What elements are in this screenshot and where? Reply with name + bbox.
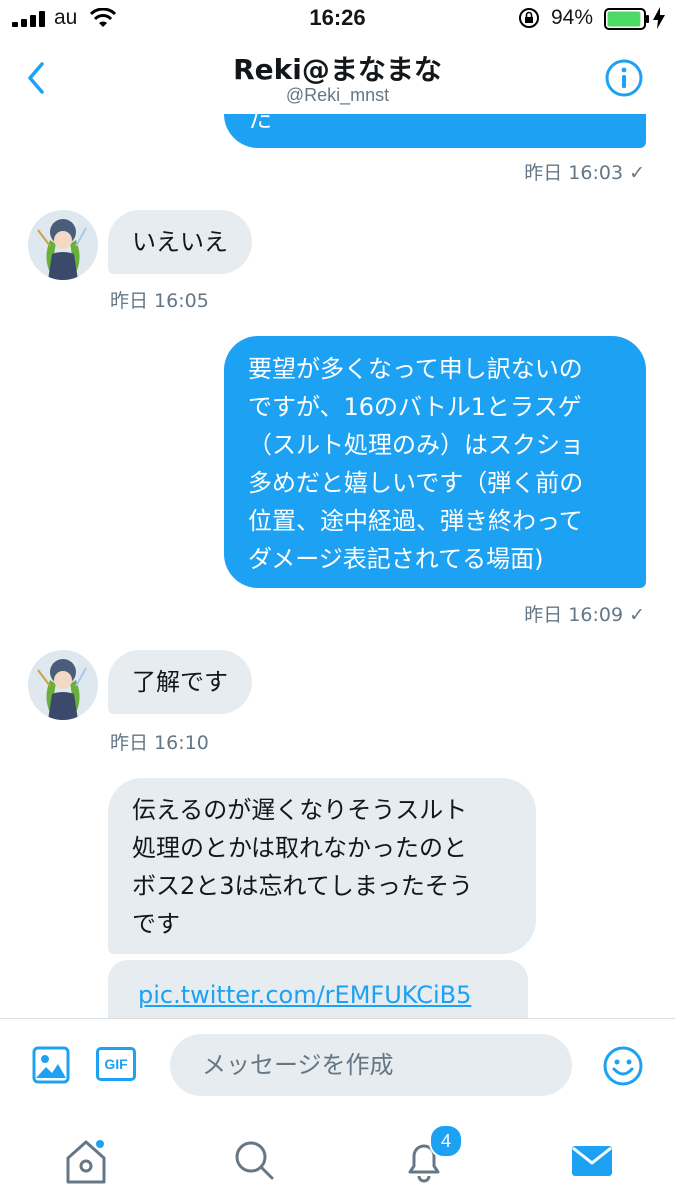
messages-icon[interactable] (562, 1130, 622, 1190)
message-line: です (132, 910, 180, 938)
message-text: いえいえ (132, 228, 228, 256)
tweet-link[interactable]: pic.twitter.com/rEMFUKCiB5 (138, 981, 471, 1009)
avatar-image (28, 210, 98, 280)
conversation-header: Reki@まなまな @Reki_mnst (0, 38, 675, 114)
conversation-title[interactable]: Reki@まなまな (0, 48, 675, 88)
message-line: 位置、途中経過、弾き終わって (248, 507, 583, 535)
message-line: 処理のとかは取れなかったのと (132, 834, 468, 862)
message-line: 要望が多くなって申し訳ないの (248, 355, 583, 383)
link-message-bubble[interactable]: pic.twitter.com/rEMFUKCiB5 (108, 960, 528, 1018)
message-timestamp: 昨日 16:09 ✓ (524, 604, 645, 626)
message-input[interactable] (170, 1034, 572, 1096)
received-message-bubble[interactable]: いえいえ (108, 210, 252, 274)
message-text: た (248, 114, 272, 133)
charging-icon (653, 7, 665, 29)
home-icon[interactable] (56, 1130, 116, 1190)
search-icon[interactable] (224, 1130, 284, 1190)
battery-percent: 94% (551, 6, 594, 29)
message-timestamp: 昨日 16:03 ✓ (524, 162, 645, 184)
message-line: ボス2と3は忘れてしまったそう (132, 872, 473, 900)
sent-message-bubble[interactable]: 要望が多くなって申し訳ないの ですが、16のバトル1とラスゲ （スルト処理のみ）… (224, 336, 646, 588)
gif-button[interactable]: GIF (96, 1047, 136, 1081)
status-bar: au 16:26 94% (0, 0, 675, 38)
conversation-handle: @Reki_mnst (285, 85, 390, 105)
rotation-lock-icon (519, 8, 539, 28)
message-timestamp: 昨日 16:10 (110, 732, 209, 754)
gif-label: GIF (104, 1056, 128, 1072)
received-message-bubble[interactable]: 了解です (108, 650, 252, 714)
battery-icon (604, 8, 649, 30)
info-icon[interactable] (604, 58, 644, 98)
avatar-image (28, 650, 98, 720)
message-line: 多めだと嬉しいです（弾く前の (248, 469, 584, 497)
message-line: ダメージ表記されてる場面) (248, 545, 544, 573)
message-text: 了解です (132, 668, 228, 696)
avatar[interactable] (28, 650, 98, 720)
message-line: 伝えるのが遅くなりそうスルト (132, 796, 468, 824)
image-icon[interactable] (32, 1046, 70, 1084)
tab-bar (0, 1110, 675, 1200)
notifications-badge: 4 (429, 1124, 463, 1158)
emoji-icon[interactable] (603, 1046, 643, 1086)
avatar[interactable] (28, 210, 98, 280)
message-composer: GIF (0, 1018, 675, 1111)
message-line: ですが、16のバトル1とラスゲ (248, 393, 582, 421)
message-list[interactable]: た 昨日 16:03 ✓ いえいえ 昨日 16:05 要望が多くなって申し訳ない… (0, 114, 675, 1018)
message-line: （スルト処理のみ）はスクショ (248, 431, 584, 459)
sent-message-bubble[interactable]: た (224, 114, 646, 148)
received-message-bubble[interactable]: 伝えるのが遅くなりそうスルト 処理のとかは取れなかったのと ボス2と3は忘れてし… (108, 778, 536, 954)
message-timestamp: 昨日 16:05 (110, 290, 209, 312)
